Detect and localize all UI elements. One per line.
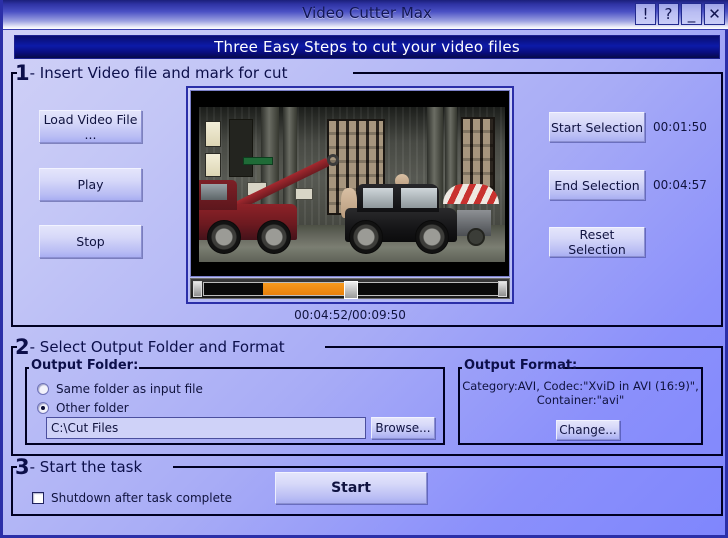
tow-hook bbox=[327, 154, 339, 166]
jeep-window bbox=[363, 188, 393, 208]
group-border-right bbox=[173, 466, 723, 468]
radio-same-folder[interactable]: Same folder as input file bbox=[37, 382, 203, 396]
street-sign bbox=[243, 157, 273, 165]
reset-selection-button[interactable]: Reset Selection bbox=[549, 227, 645, 257]
seek-right-end[interactable] bbox=[498, 281, 507, 297]
group-border-right bbox=[563, 367, 703, 369]
format-line-2: Container:"avi" bbox=[536, 393, 625, 407]
notice-sign bbox=[295, 188, 313, 200]
banner-heading: Three Easy Steps to cut your video files bbox=[14, 35, 720, 59]
browse-button[interactable]: Browse... bbox=[371, 417, 435, 439]
format-line-1: Category:AVI, Codec:"XviD in AVI (16:9)"… bbox=[462, 379, 699, 393]
output-format-legend: Output Format: bbox=[464, 358, 578, 373]
seek-selection-range bbox=[262, 283, 349, 295]
seek-thumb[interactable] bbox=[344, 281, 358, 299]
window-controls: ! ? _ ✕ bbox=[635, 3, 725, 25]
application-window: Video Cutter Max ! ? _ ✕ Three Easy Step… bbox=[0, 0, 728, 538]
jeep-wheel bbox=[415, 220, 449, 254]
start-task-button[interactable]: Start bbox=[275, 472, 427, 504]
output-folder-legend: Output Folder: bbox=[31, 358, 139, 373]
step2-legend-text: - Select Output Folder and Format bbox=[29, 338, 285, 356]
step2-legend: 2- Select Output Folder and Format bbox=[15, 335, 290, 359]
dark-window bbox=[229, 119, 253, 177]
group-border-left bbox=[458, 367, 462, 369]
play-button[interactable]: Play bbox=[39, 168, 142, 201]
close-button[interactable]: ✕ bbox=[704, 3, 725, 25]
title-bar: Video Cutter Max ! ? _ ✕ bbox=[3, 0, 728, 30]
stop-button[interactable]: Stop bbox=[39, 225, 142, 258]
tow-truck-window bbox=[201, 184, 227, 200]
output-path-input[interactable] bbox=[46, 417, 366, 439]
radio-icon[interactable] bbox=[37, 383, 49, 395]
video-frame-image bbox=[199, 107, 505, 262]
output-format-description: Category:AVI, Codec:"XviD in AVI (16:9)"… bbox=[461, 379, 700, 407]
info-button[interactable]: ! bbox=[635, 3, 656, 25]
step1-legend-text: - Insert Video file and mark for cut bbox=[29, 64, 288, 82]
seek-track[interactable] bbox=[203, 281, 499, 299]
window-title: Video Cutter Max bbox=[302, 4, 432, 22]
step3-legend-text: - Start the task bbox=[29, 458, 143, 476]
jeep-window bbox=[401, 188, 437, 208]
checkbox-icon[interactable] bbox=[32, 492, 44, 504]
step1-number: 1 bbox=[15, 61, 30, 85]
load-video-file-button[interactable]: Load Video File ... bbox=[39, 110, 142, 143]
group-border-left bbox=[25, 367, 29, 369]
step2-number: 2 bbox=[15, 335, 30, 359]
group-border-right bbox=[353, 72, 723, 74]
radio-other-folder-label: Other folder bbox=[56, 401, 129, 415]
cart-wheel bbox=[467, 228, 485, 246]
help-button[interactable]: ? bbox=[658, 3, 679, 25]
step3-number: 3 bbox=[15, 455, 30, 479]
seek-left-end[interactable] bbox=[193, 281, 202, 297]
video-preview-panel bbox=[186, 86, 514, 304]
lit-window bbox=[205, 153, 221, 177]
end-selection-button[interactable]: End Selection bbox=[549, 170, 645, 200]
video-screen bbox=[190, 90, 510, 277]
minimize-button[interactable]: _ bbox=[681, 3, 702, 25]
change-format-button[interactable]: Change... bbox=[556, 420, 620, 440]
group-border-right bbox=[325, 346, 723, 348]
street-umbrella bbox=[443, 184, 499, 204]
shutdown-label: Shutdown after task complete bbox=[51, 491, 233, 505]
shutdown-checkbox-row[interactable]: Shutdown after task complete bbox=[32, 491, 232, 505]
end-selection-time: 00:04:57 bbox=[653, 178, 707, 192]
truck-wheel bbox=[257, 220, 291, 254]
step1-legend: 1- Insert Video file and mark for cut bbox=[15, 61, 292, 85]
start-selection-button[interactable]: Start Selection bbox=[549, 112, 645, 142]
group-border-right bbox=[139, 367, 445, 369]
video-time-display: 00:04:52/00:09:50 bbox=[294, 308, 406, 322]
truck-wheel bbox=[207, 220, 241, 254]
lit-window bbox=[205, 121, 221, 147]
start-selection-time: 00:01:50 bbox=[653, 120, 707, 134]
step3-legend: 3- Start the task bbox=[15, 455, 147, 479]
shop-window bbox=[461, 117, 495, 191]
radio-same-folder-label: Same folder as input file bbox=[56, 382, 203, 396]
jeep-wheel bbox=[349, 220, 383, 254]
radio-icon-selected[interactable] bbox=[37, 402, 49, 414]
video-seek-bar[interactable] bbox=[190, 278, 510, 299]
radio-other-folder[interactable]: Other folder bbox=[37, 401, 129, 415]
